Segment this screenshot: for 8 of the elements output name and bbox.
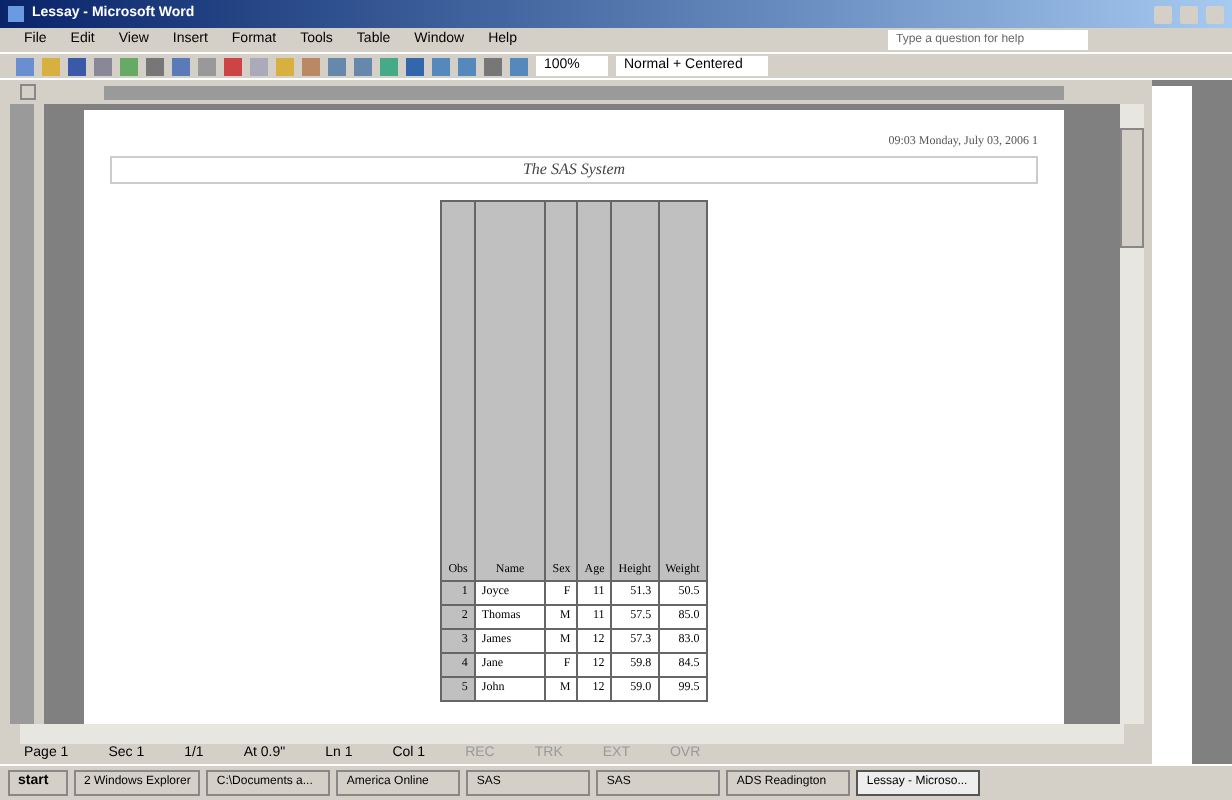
- vertical-scrollbar[interactable]: [1120, 104, 1144, 724]
- maximize-button[interactable]: [1180, 5, 1198, 23]
- header-title: The SAS System: [110, 156, 1038, 184]
- scroll-thumb[interactable]: [1120, 128, 1144, 248]
- horizontal-scrollbar[interactable]: [20, 724, 1124, 744]
- word-icon: [8, 6, 24, 22]
- tab-selector[interactable]: [20, 84, 36, 100]
- minimize-button[interactable]: [1154, 5, 1172, 23]
